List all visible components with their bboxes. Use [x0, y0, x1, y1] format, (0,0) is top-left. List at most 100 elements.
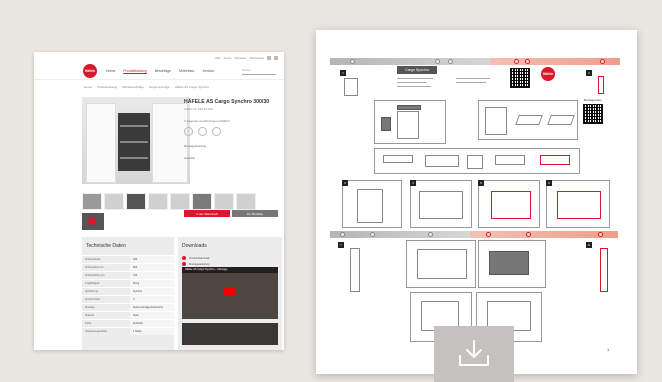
search-input[interactable]: Suche: [242, 68, 276, 75]
step-band-grey: [330, 231, 470, 238]
variant-option[interactable]: [212, 127, 221, 136]
wishlist-button[interactable]: Zur Merkliste: [232, 210, 278, 217]
tech-data-row: Verpackungseinheit 1 Stück: [82, 327, 174, 335]
breadcrumb-item[interactable]: Möbelbeschläge: [122, 85, 144, 89]
breadcrumb-item[interactable]: Home: [84, 85, 92, 89]
step-band-red: [470, 231, 618, 238]
tech-data-value: 1 Stück: [130, 328, 174, 335]
step-number: 2: [586, 70, 592, 76]
page-number: 1: [607, 347, 610, 352]
nav-item[interactable]: Home: [106, 69, 115, 73]
technical-data-panel: Technische Daten Schrankbreite 300 Schrank…: [82, 237, 174, 350]
video-player[interactable]: Häfele AS Cargo Synchro – Montage: [182, 267, 278, 319]
utility-link[interactable]: Konto: [224, 56, 232, 60]
downloads-title: Downloads: [182, 243, 207, 249]
download-item-label: Montageanleitung: [189, 262, 210, 266]
pdf-icon: [182, 262, 186, 266]
step-number: 5: [478, 180, 484, 186]
breadcrumb-item: Häfele AS Cargo Synchro: [174, 85, 209, 89]
flag-icon[interactable]: [267, 55, 271, 60]
utility-link[interactable]: Merkliste: [234, 56, 246, 60]
technical-data-title: Technische Daten: [86, 243, 126, 249]
downloads-panel: Downloads Produktdatenblatt Montageanlei…: [178, 237, 282, 350]
thumbnail[interactable]: [170, 193, 190, 210]
utility-link[interactable]: Hilfe: [215, 56, 221, 60]
step-figure: [478, 240, 546, 288]
thumbnail[interactable]: [82, 193, 102, 210]
step-number: 4: [410, 180, 416, 186]
tech-data-value: 720: [130, 272, 174, 279]
play-icon: [88, 217, 96, 225]
add-to-cart-button[interactable]: In den Warenkorb: [184, 210, 230, 217]
variant-options: [184, 127, 280, 136]
nav-item[interactable]: Möbelbau: [179, 69, 194, 73]
thumbnail[interactable]: [104, 193, 124, 210]
step-figure: [410, 180, 472, 228]
product-title: HÄFELE AS Cargo Synchro 300/30: [184, 99, 270, 105]
qr-label: Montagevideo: [584, 98, 602, 102]
product-info: HÄFELE AS Cargo Synchro 300/30 Artikel-N…: [184, 99, 280, 160]
brand-logo: Häfele: [541, 67, 555, 81]
flag-icon[interactable]: [274, 55, 278, 60]
download-item-label: Produktdatenblatt: [189, 256, 210, 260]
thumbnail[interactable]: [192, 193, 212, 210]
step-band-grey: [330, 58, 490, 65]
qr-code[interactable]: [510, 68, 530, 88]
tech-data-row: Tragfähigkeit 30 kg: [82, 279, 174, 287]
tech-data-value: 3: [130, 296, 174, 303]
nav-item[interactable]: Beschläge: [155, 69, 171, 73]
brand-logo[interactable]: Häfele: [83, 64, 97, 78]
step-figure: [342, 180, 402, 228]
tech-data-value: 500: [130, 264, 174, 271]
step-number: 1: [340, 70, 346, 76]
breadcrumb-item[interactable]: Cargo-Auszüge: [149, 85, 170, 89]
product-main-image[interactable]: [82, 97, 190, 184]
thumbnail[interactable]: [236, 193, 256, 210]
assembly-instructions-document: 1 Cargo Synchro Häfele 2 Montagevideo 3 …: [316, 30, 637, 374]
tech-data-value: 300: [130, 256, 174, 263]
download-icon: [459, 340, 489, 366]
main-navigation: Home Produktkatalog Beschläge Möbelbau S…: [34, 63, 284, 80]
step-band-red: [490, 58, 620, 65]
video-title: Häfele AS Cargo Synchro – Montage: [182, 267, 278, 273]
tech-data-row: Anzahl Körbe 3: [82, 295, 174, 303]
step-figure: [478, 180, 540, 228]
tech-data-row: Farbe Anthrazit: [82, 319, 174, 327]
tech-data-value: 30 kg: [130, 280, 174, 287]
document-title: Cargo Synchro: [397, 66, 437, 74]
variant-option[interactable]: [184, 127, 193, 136]
product-webpage: Hilfe Konto Merkliste Warenkorb Home Pro…: [34, 52, 284, 350]
breadcrumb: Home Produktkatalog Möbelbeschläge Cargo…: [34, 80, 284, 89]
tech-data-key: Schrankbreite: [85, 258, 101, 261]
qr-code[interactable]: [583, 104, 603, 124]
tech-data-row: Schrankhöhe min. 720: [82, 271, 174, 279]
step-figure: [406, 240, 476, 288]
thumbnail[interactable]: [214, 193, 234, 210]
video-thumbnail[interactable]: [82, 213, 104, 230]
tech-data-row: Schrankbreite 300: [82, 255, 174, 263]
step-number: 3: [342, 180, 348, 186]
tech-data-key: Montage: [85, 306, 95, 309]
nav-item-active[interactable]: Produktkatalog: [123, 69, 146, 73]
utility-bar: Hilfe Konto Merkliste Warenkorb: [34, 52, 284, 63]
utility-link[interactable]: Warenkorb: [249, 56, 264, 60]
youtube-play-icon[interactable]: [224, 287, 236, 296]
pdf-icon: [182, 256, 186, 260]
overview-figure: [478, 100, 578, 140]
tech-data-key: Tragfähigkeit: [85, 282, 100, 285]
breadcrumb-item[interactable]: Produktkatalog: [97, 85, 117, 89]
variant-option[interactable]: [198, 127, 207, 136]
download-button[interactable]: [434, 326, 514, 382]
nav-item[interactable]: Service: [202, 69, 214, 73]
tech-data-key: Material: [85, 314, 94, 317]
step-number: 8: [586, 242, 592, 248]
thumbnail-strip: [82, 193, 256, 210]
tech-data-key: Anzahl Körbe: [85, 298, 101, 301]
thumbnail[interactable]: [126, 193, 146, 210]
instructions-link[interactable]: Montageanleitung: [184, 144, 280, 148]
video-preview[interactable]: [182, 323, 278, 345]
thumbnail[interactable]: [148, 193, 168, 210]
step-figure: [546, 180, 610, 228]
tech-data-row: Material Stahl: [82, 311, 174, 319]
tech-data-key: Ausführung: [85, 290, 98, 293]
